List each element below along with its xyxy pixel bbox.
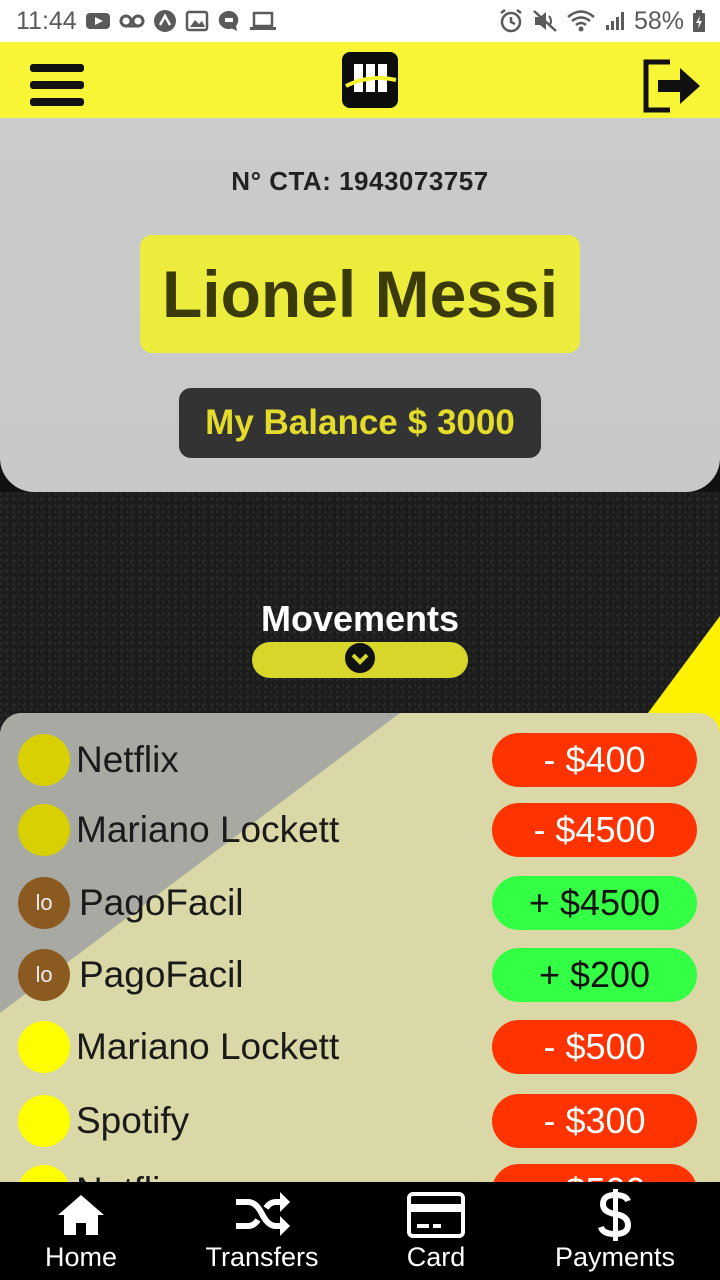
shuffle-icon [234,1190,290,1240]
avatar: lo [18,949,70,1001]
app-icon [153,9,177,33]
nav-payments[interactable]: Payments [510,1182,720,1280]
avatar [18,804,70,856]
movement-amount-badge: - $300 [492,1094,697,1148]
logout-icon[interactable] [640,56,704,116]
movement-name: Netflix [76,1170,179,1182]
list-item[interactable]: Spotify - $300 [0,1091,720,1151]
movement-name: Mariano Lockett [76,809,340,850]
status-time: 11:44 [16,6,77,35]
status-bar: 11:44 58% [0,0,720,42]
battery-icon [692,9,706,33]
movement-amount-badge: - $4500 [492,803,697,857]
mute-icon [532,9,558,33]
nav-home-label: Home [44,1242,118,1272]
home-icon [56,1190,106,1240]
nav-card[interactable]: Card [362,1182,510,1280]
gallery-icon [185,9,209,33]
avatar [18,1021,70,1073]
list-item[interactable]: lo PagoFacil + $200 [0,945,720,1005]
list-item[interactable]: Mariano Lockett - $500 [0,1017,720,1077]
list-item[interactable]: lo PagoFacil + $4500 [0,873,720,933]
balance-label: My Balance [205,403,398,442]
alarm-icon [498,9,524,33]
movement-amount-badge: - $400 [492,733,697,787]
movement-amount-badge: - $500 [492,1164,697,1182]
avatar [18,734,70,786]
hamburger-menu-icon[interactable] [30,64,84,112]
list-item[interactable]: Mariano Lockett - $4500 [0,800,720,860]
holder-name: Lionel Messi [161,257,559,331]
account-number: N° CTA: 1943073757 [231,166,489,196]
avatar [18,1165,70,1182]
voicemail-icon [119,9,145,33]
nav-transfers-label: Transfers [205,1242,319,1272]
chevron-down-circle-icon [344,642,376,679]
top-app-bar [0,42,720,118]
app-logo [342,52,398,108]
status-right: 58% [498,7,706,36]
credit-card-icon [407,1190,465,1240]
balance-value: $ 3000 [407,403,515,442]
list-item[interactable]: Netflix - $500 [0,1161,720,1182]
avatar: lo [18,877,70,929]
nav-transfers[interactable]: Transfers [162,1182,362,1280]
movements-title: Movements [260,598,460,639]
wifi-icon [566,9,596,33]
balance-badge: My Balance $ 3000 [179,388,541,458]
nav-home[interactable]: Home [0,1182,162,1280]
avatar [18,1095,70,1147]
movements-list: Netflix - $400 Mariano Lockett - $4500 lo Pag… [0,713,720,1182]
movement-name: PagoFacil [79,882,244,923]
movement-amount-badge: + $200 [492,948,697,1002]
list-item[interactable]: Netflix - $400 [0,730,720,790]
movement-amount-badge: - $500 [492,1020,697,1074]
laptop-icon [249,9,277,33]
bottom-navigation: Home Transfers Card Payments [0,1182,720,1280]
youtube-icon [85,9,111,33]
nav-card-label: Card [406,1242,466,1272]
holder-name-box: Lionel Messi [140,235,580,353]
chat-icon [217,9,241,33]
nav-payments-label: Payments [554,1242,676,1272]
account-card: N° CTA: 1943073757 Lionel Messi My Balan… [0,118,720,492]
dollar-icon [598,1189,632,1241]
movement-name: Netflix [76,739,179,780]
battery-level: 58% [633,6,684,35]
signal-icon [604,9,626,33]
movement-amount-badge: + $4500 [492,876,697,930]
status-left: 11:44 [16,7,277,36]
movement-name: PagoFacil [79,954,244,995]
movements-toggle-button[interactable] [252,642,468,678]
movement-name: Spotify [76,1100,190,1141]
movement-name: Mariano Lockett [76,1026,340,1067]
